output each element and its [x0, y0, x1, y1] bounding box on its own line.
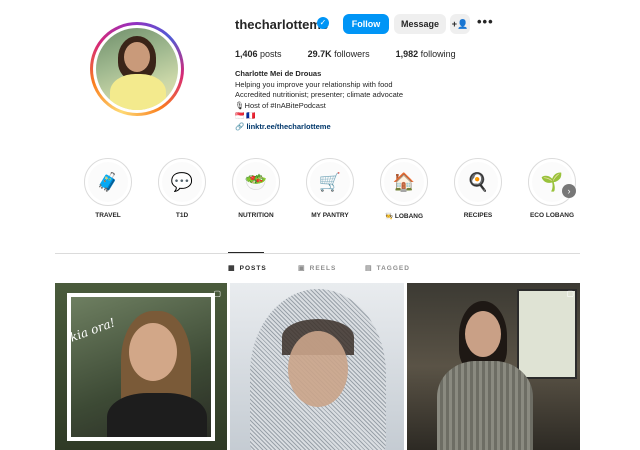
- bio-line-3: 🎙Host of #InABitePodcast: [235, 100, 326, 110]
- highlight-label: TRAVEL: [95, 212, 121, 219]
- add-user-icon: +👤: [451, 18, 469, 29]
- highlight-label: RECIPES: [463, 212, 493, 219]
- highlight-label: 🧑‍🍳 LOBANG: [384, 213, 424, 220]
- photo-face: [129, 323, 177, 381]
- message-button[interactable]: Message: [394, 14, 446, 34]
- bio-line-1: Helping you improve your relationship wi…: [235, 79, 393, 89]
- highlight-cover: 🌱: [528, 158, 576, 206]
- highlight-cover: 🥗: [232, 158, 280, 206]
- post-thumbnail[interactable]: kia ora! ▢: [55, 283, 227, 450]
- highlight-label: MY PANTRY: [311, 212, 349, 219]
- post-thumbnail[interactable]: [230, 283, 404, 450]
- avatar-gap: [93, 25, 181, 113]
- photo-face: [288, 331, 348, 407]
- reels-icon: ▣: [298, 265, 306, 272]
- stat-following[interactable]: 1,982 following: [396, 49, 456, 59]
- tag-icon: ▤: [365, 265, 373, 272]
- profile-stats: 1,406 posts 29.7K followers 1,982 follow…: [235, 49, 482, 59]
- follow-button[interactable]: Follow: [343, 14, 389, 34]
- house-icon: 🏠: [384, 162, 424, 202]
- highlight-cover: 🏠: [380, 158, 428, 206]
- post-photo-frame: [67, 293, 215, 441]
- link-icon: 🔗: [235, 121, 245, 131]
- photo-window: [517, 289, 577, 379]
- grid-icon: ▦: [228, 265, 236, 272]
- bio-line-2: Accredited nutritionist; presenter; clim…: [235, 90, 403, 99]
- multi-photo-icon: ▢: [566, 289, 574, 298]
- bio-line-4: 🇸🇬 🇫🇷: [235, 111, 256, 120]
- highlight-my-pantry[interactable]: 🛒 MY PANTRY: [300, 158, 360, 219]
- posts-count: 1,406: [235, 49, 258, 59]
- multi-photo-icon: ▢: [213, 289, 221, 298]
- tab-reels[interactable]: ▣ REELS: [298, 264, 337, 273]
- salad-icon: 🥗: [236, 162, 276, 202]
- highlight-cover: 💬: [158, 158, 206, 206]
- highlight-cover: 🍳: [454, 158, 502, 206]
- posts-label: posts: [260, 49, 282, 59]
- tab-tagged-label: TAGGED: [376, 264, 410, 272]
- post-photo: [71, 297, 211, 437]
- followers-count: 29.7K: [307, 49, 332, 59]
- followers-label: followers: [334, 49, 370, 59]
- more-options-icon[interactable]: •••: [477, 14, 494, 29]
- profile-username: thecharlotteme: [235, 17, 329, 32]
- tab-posts-label: POSTS: [239, 264, 267, 272]
- highlight-label: NUTRITION: [238, 212, 274, 219]
- highlight-label: ECO LOBANG: [529, 212, 575, 219]
- stat-followers[interactable]: 29.7K followers: [308, 49, 370, 59]
- photo-body: [437, 361, 533, 450]
- verified-badge-icon: ✓: [317, 17, 329, 29]
- profile-avatar[interactable]: [90, 22, 184, 116]
- bio-link[interactable]: 🔗 linktr.ee/thecharlotteme: [235, 122, 403, 133]
- following-count: 1,982: [395, 49, 419, 59]
- highlight-recipes[interactable]: 🍳 RECIPES: [448, 158, 508, 219]
- chevron-right-icon[interactable]: ›: [562, 184, 576, 198]
- story-highlights: 🧳 TRAVEL 💬 T1D 🥗 NUTRITION 🛒 MY PANTRY 🏠…: [78, 158, 578, 228]
- bio-name: Charlotte Mei de Drouas: [235, 69, 322, 78]
- stat-posts[interactable]: 1,406 posts: [235, 49, 282, 59]
- highlight-cover: 🛒: [306, 158, 354, 206]
- tab-reels-label: REELS: [309, 264, 337, 272]
- cart-icon: 🛒: [310, 162, 350, 202]
- photo-face: [465, 311, 501, 357]
- highlight-nutrition[interactable]: 🥗 NUTRITION: [226, 158, 286, 219]
- add-user-button[interactable]: +👤: [450, 14, 470, 34]
- suitcase-icon: 🧳: [88, 162, 128, 202]
- highlight-label: T1D: [175, 212, 189, 219]
- bio-link-text: linktr.ee/thecharlotteme: [246, 121, 331, 131]
- avatar-dress: [110, 74, 166, 110]
- active-tab-indicator: [228, 252, 264, 253]
- post-thumbnail[interactable]: ▢: [407, 283, 580, 450]
- highlight-cover: 🧳: [84, 158, 132, 206]
- cooking-icon: 🍳: [458, 162, 498, 202]
- highlight-travel[interactable]: 🧳 TRAVEL: [78, 158, 138, 219]
- profile-bio: Charlotte Mei de Drouas Helping you impr…: [235, 69, 403, 132]
- tab-tagged[interactable]: ▤ TAGGED: [365, 264, 410, 273]
- tabs-divider: [55, 253, 580, 254]
- tab-posts[interactable]: ▦ POSTS: [228, 264, 267, 273]
- speech-bubble-icon: 💬: [162, 162, 202, 202]
- photo-body: [107, 393, 207, 437]
- highlight-lobang[interactable]: 🏠 🧑‍🍳 LOBANG: [374, 158, 434, 220]
- avatar-image: [96, 28, 178, 110]
- following-label: following: [420, 49, 456, 59]
- highlight-t1d[interactable]: 💬 T1D: [152, 158, 212, 219]
- avatar-face: [124, 42, 150, 72]
